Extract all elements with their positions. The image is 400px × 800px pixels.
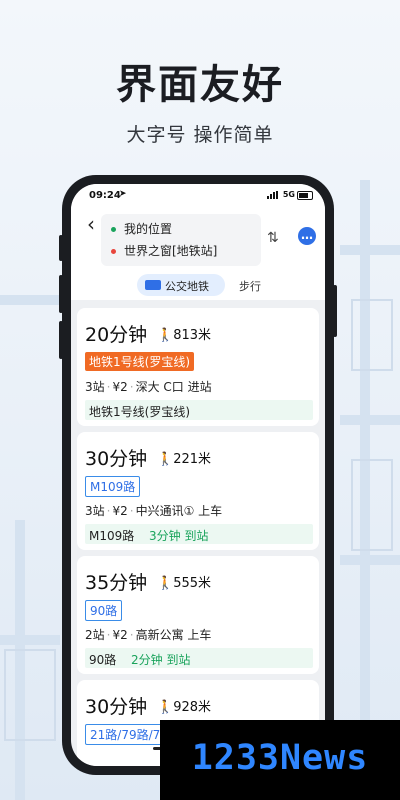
route-result-card[interactable]: 20分钟 🚶813米 地铁1号线(罗宝线) 3站 · ¥2 · 深大 C口 进站 地铁1…	[77, 308, 319, 426]
destination-text: 世界之窗[地铁站]	[124, 244, 218, 258]
phone-frame: 09:24 ➤ 5G ‹ 我的位置 世界之窗[地铁站] ⇅ … 公交地铁 步行 …	[59, 175, 337, 775]
watermark-text: 1233News	[191, 738, 369, 778]
signal-icon	[267, 191, 278, 199]
line-tag: 90路	[85, 600, 123, 621]
line-tag: M109路	[85, 476, 141, 497]
side-button	[59, 235, 63, 261]
tab-walk[interactable]: 步行	[239, 278, 261, 294]
tab-transit[interactable]: 公交地铁	[137, 274, 225, 296]
status-time: 09:24	[89, 190, 121, 201]
back-icon[interactable]: ‹	[87, 212, 95, 236]
location-arrow-icon: ➤	[119, 189, 127, 199]
walk-icon: 🚶	[157, 700, 174, 715]
side-button	[333, 285, 337, 337]
destination-field[interactable]: 世界之窗[地铁站]	[111, 242, 217, 259]
origin-field[interactable]: 我的位置	[111, 220, 172, 237]
route-duration: 35分钟	[85, 572, 148, 594]
walk-distance: 🚶221米	[157, 452, 212, 467]
route-input-box[interactable]: 我的位置 世界之窗[地铁站]	[101, 214, 261, 266]
bus-icon	[145, 280, 161, 290]
origin-dot-icon	[111, 227, 116, 232]
walk-distance: 🚶928米	[157, 700, 212, 715]
battery-icon	[297, 191, 313, 200]
route-result-card[interactable]: 30分钟 🚶221米 M109路 3站 · ¥2 · 中兴通讯① 上车 M109路 3分钟…	[77, 432, 319, 550]
route-header: ‹ 我的位置 世界之窗[地铁站] ⇅ … 公交地铁 步行	[71, 206, 325, 300]
status-bar: 09:24 ➤ 5G	[71, 184, 325, 206]
walk-distance: 🚶555米	[157, 576, 212, 591]
arrival-eta: 2分钟 到站	[131, 653, 191, 667]
walk-distance: 🚶813米	[157, 328, 212, 343]
tab-transit-label: 公交地铁	[165, 280, 209, 293]
route-info: 2站 · ¥2 · 高新公寓 上车	[85, 628, 212, 642]
line-tag: 地铁1号线(罗宝线)	[85, 352, 194, 371]
destination-dot-icon	[111, 249, 116, 254]
route-info: 3站 · ¥2 · 深大 C口 进站	[85, 380, 212, 394]
walk-icon: 🚶	[157, 328, 174, 343]
walk-icon: 🚶	[157, 452, 174, 467]
walk-icon: 🚶	[157, 576, 174, 591]
origin-text: 我的位置	[124, 222, 173, 236]
arrival-eta: 3分钟 到站	[149, 529, 209, 543]
line-status-bar: 地铁1号线(罗宝线)	[85, 400, 313, 420]
swap-route-icon[interactable]: ⇅	[267, 230, 279, 246]
phone-screen: 09:24 ➤ 5G ‹ 我的位置 世界之窗[地铁站] ⇅ … 公交地铁 步行 …	[71, 184, 325, 766]
mode-tabs: 公交地铁 步行	[71, 274, 325, 298]
route-result-card[interactable]: 35分钟 🚶555米 90路 2站 · ¥2 · 高新公寓 上车 90路 2分钟 到站	[77, 556, 319, 674]
route-duration: 30分钟	[85, 696, 148, 718]
network-label: 5G	[282, 190, 295, 199]
route-duration: 30分钟	[85, 448, 148, 470]
more-options-icon[interactable]: …	[298, 227, 316, 245]
line-status-bar: M109路 3分钟 到站	[85, 524, 313, 544]
line-status-bar: 90路 2分钟 到站	[85, 648, 313, 668]
page-subtitle: 大字号 操作简单	[126, 124, 274, 146]
route-info: 3站 · ¥2 · 中兴通讯① 上车	[85, 504, 223, 518]
route-duration: 20分钟	[85, 324, 148, 346]
page-title: 界面友好	[116, 62, 284, 108]
watermark-logo: 1233News	[160, 720, 400, 800]
side-button	[59, 321, 63, 359]
side-button	[59, 275, 63, 313]
